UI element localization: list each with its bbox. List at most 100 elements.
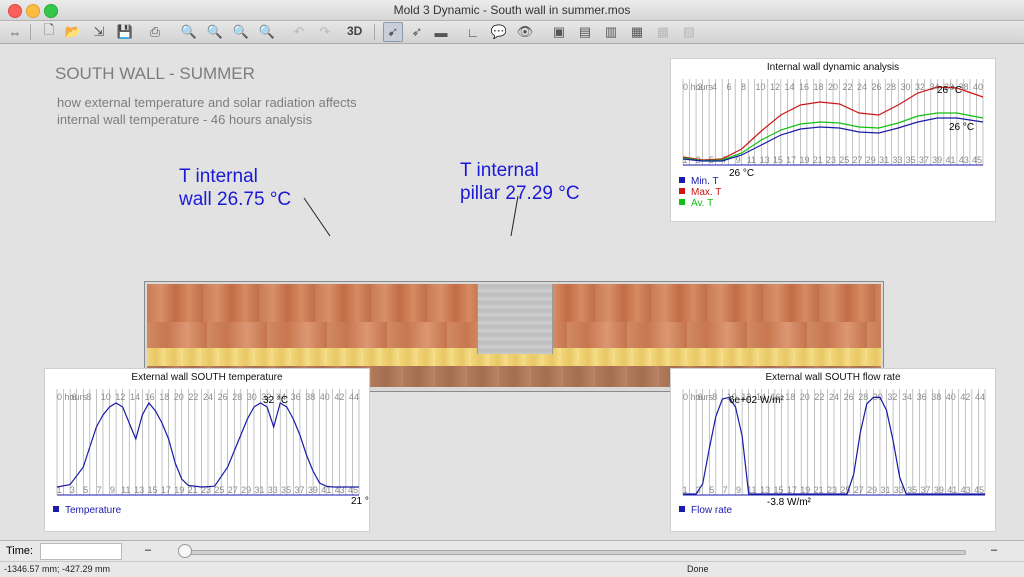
time-slider-end-dash: – [991, 544, 998, 556]
legend-max: Max. T [679, 187, 721, 198]
toolbar-separator [30, 24, 31, 40]
chart-annotation: 21 °C [351, 496, 369, 507]
x-tick-top: 24 [829, 392, 839, 402]
legend-min-text: Min. T [691, 176, 719, 187]
legend-min: Min. T [679, 176, 721, 187]
open-folder-icon[interactable]: 📂 [64, 23, 82, 41]
x-tick-bottom: 15 [148, 485, 158, 495]
x-tick-top: 42 [960, 392, 970, 402]
x-tick-top: 36 [917, 392, 927, 402]
pointer-line-wall [303, 197, 331, 237]
x-tick-bottom: 39 [932, 155, 942, 165]
x-tick-top: 44 [349, 392, 359, 402]
legend-swatch-temperature [53, 506, 59, 512]
report-icon[interactable]: ▤ [576, 23, 594, 41]
x-tick-bottom: 29 [241, 485, 251, 495]
comment-icon[interactable]: 💬 [490, 23, 508, 41]
canvas-area[interactable]: SOUTH WALL - SUMMER how external tempera… [0, 44, 1024, 540]
bar-chart-icon[interactable]: ▦ [628, 23, 646, 41]
chart-annotation: 26 °C [729, 168, 754, 179]
import-icon[interactable]: ⇲ [90, 23, 108, 41]
x-tick-bottom: 19 [174, 485, 184, 495]
time-input[interactable] [40, 543, 122, 560]
toolbar: ⇔ 🗋 📂 ⇲ 💾 ⎙ 🔍 🔍 🔍 🔍 ↶ ↷ 3D ➹ ➶ ▬ ∟ 💬 👁 ▣… [0, 21, 1024, 44]
x-tick-bottom: 27 [228, 485, 238, 495]
x-tick-top: 24 [203, 392, 213, 402]
x-tick-bottom: 29 [866, 155, 876, 165]
select-pointer-icon[interactable]: ➹ [383, 22, 403, 42]
x-tick-top: 16 [145, 392, 155, 402]
x-tick-top: 38 [305, 392, 315, 402]
x-tick-bottom: 21 [813, 155, 823, 165]
time-slider-start-dash: – [145, 544, 152, 556]
x-tick-top: 40 [973, 82, 983, 92]
chart-legend: Min. T Max. T Av. T [679, 176, 721, 209]
x-tick-top: 16 [799, 82, 809, 92]
internal-wall-label-line2: wall 26.75 °C [179, 189, 292, 210]
chart-annotation: -3.8 W/m² [767, 497, 812, 508]
x-tick-top: 22 [188, 392, 198, 402]
zoom-fit-icon[interactable]: 🔍 [232, 23, 250, 41]
x-tick-top: 28 [232, 392, 242, 402]
x-tick-top: 20 [174, 392, 184, 402]
undo-icon[interactable]: ↶ [290, 23, 308, 41]
zoom-in-icon[interactable]: 🔍 [180, 23, 198, 41]
x-tick-bottom: 25 [214, 485, 224, 495]
report-save-icon[interactable]: ▣ [550, 23, 568, 41]
zoom-out-icon[interactable]: 🔍 [206, 23, 224, 41]
x-tick-top: 20 [828, 82, 838, 92]
legend-swatch-avg [679, 199, 685, 205]
new-document-icon[interactable]: 🗋 [40, 22, 58, 41]
grid-disabled-icon[interactable]: ▧ [680, 23, 698, 41]
x-tick-top: 40 [320, 392, 330, 402]
page-title: SOUTH WALL - SUMMER [55, 64, 255, 83]
x-tick-top: 22 [814, 392, 824, 402]
x-tick-bottom: 19 [799, 155, 809, 165]
toolbar-separator [374, 24, 375, 40]
external-temperature-chart: External wall SOUTH temperature 0 hours 6… [44, 368, 370, 532]
status-divider [0, 561, 1024, 562]
x-tick-top: 8 [86, 392, 91, 402]
redo-icon[interactable]: ↷ [316, 23, 334, 41]
x-tick-top: 28 [858, 392, 868, 402]
x-tick-top: 12 [115, 392, 125, 402]
wall-corner-icon[interactable]: ∟ [464, 23, 482, 41]
x-tick-top: 32 [887, 392, 897, 402]
x-tick-top: 6 [727, 82, 732, 92]
internal-dynamic-chart: Internal wall dynamic analysis 0 hours 2 4… [670, 58, 996, 222]
legend-flow-text: Flow rate [691, 505, 733, 516]
x-tick-top: 24 [857, 82, 867, 92]
print-icon[interactable]: ⎙ [146, 23, 164, 41]
ruler-icon[interactable]: ▬ [432, 23, 450, 41]
x-tick-bottom: 27 [853, 155, 863, 165]
window-titlebar: Mold 3 Dynamic - South wall in summer.mo… [0, 0, 1024, 21]
x-tick-top: 6 [698, 392, 703, 402]
x-tick-top: 2 [698, 82, 703, 92]
legend-swatch-flow [679, 506, 685, 512]
x-tick-bottom: 33 [892, 155, 902, 165]
x-tick-top: 26 [872, 82, 882, 92]
page-subtitle-line2: internal wall temperature - 46 hours ana… [57, 112, 313, 127]
x-tick-bottom: 17 [786, 155, 796, 165]
x-tick-top: 8 [741, 82, 746, 92]
save-icon[interactable]: 💾 [116, 23, 134, 41]
resize-arrows-icon[interactable]: ⇔ [6, 23, 24, 41]
x-tick-bottom: 43 [959, 155, 969, 165]
chart-annotation: 26 °C [949, 122, 974, 133]
bar-chart-disabled-icon[interactable]: ▦ [654, 23, 672, 41]
building-icon[interactable]: ▥ [602, 23, 620, 41]
select-area-icon[interactable]: ➶ [408, 23, 426, 41]
concrete-pillar[interactable] [477, 284, 553, 354]
zoom-reset-icon[interactable]: 🔍 [258, 23, 276, 41]
3d-view-button[interactable]: 3D [347, 24, 362, 38]
eye-icon[interactable]: 👁 [516, 23, 534, 41]
x-tick-top: 20 [800, 392, 810, 402]
x-tick-bottom: 7 [723, 485, 728, 495]
x-tick-top: 14 [130, 392, 140, 402]
x-tick-top: 26 [844, 392, 854, 402]
x-tick-bottom: 45 [972, 155, 982, 165]
x-tick-bottom: 7 [97, 485, 102, 495]
x-tick-bottom: 15 [773, 155, 783, 165]
time-slider-track[interactable] [184, 550, 966, 555]
time-slider-knob[interactable] [178, 544, 192, 558]
